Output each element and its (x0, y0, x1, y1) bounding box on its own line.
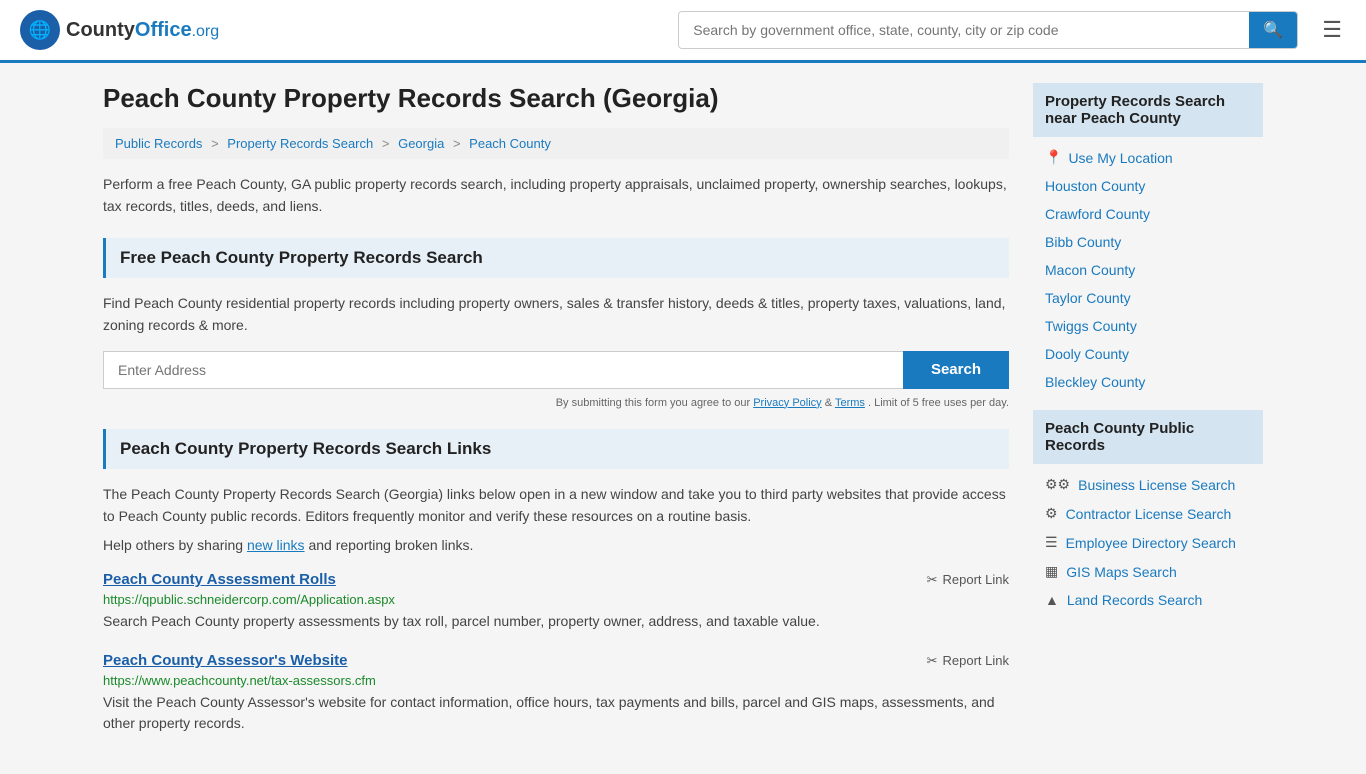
logo-icon: 🌐 (20, 10, 60, 50)
nearby-county-link-4[interactable]: Taylor County (1033, 284, 1263, 312)
record-item-title-1[interactable]: Peach County Assessor's Website (103, 652, 348, 669)
public-records-header: Peach County Public Records (1033, 410, 1263, 464)
breadcrumb-sep-1: > (211, 136, 219, 151)
disclaimer-text: By submitting this form you agree to our (556, 397, 750, 409)
report-link-button-1[interactable]: ✂ Report Link (927, 653, 1009, 669)
public-record-icon-2: ☰ (1045, 534, 1058, 551)
new-links-link[interactable]: new links (247, 537, 305, 553)
public-record-label-3: GIS Maps Search (1066, 564, 1177, 580)
public-record-link-2[interactable]: ☰ Employee Directory Search (1033, 528, 1263, 557)
nearby-county-link-5[interactable]: Twiggs County (1033, 312, 1263, 340)
use-my-location-link[interactable]: 📍 Use My Location (1033, 143, 1263, 172)
report-link-button-0[interactable]: ✂ Report Link (927, 572, 1009, 588)
breadcrumb: Public Records > Property Records Search… (103, 128, 1009, 159)
public-records-links-container: ⚙⚙ Business License Search ⚙ Contractor Lic… (1033, 470, 1263, 614)
public-record-label-1: Contractor License Search (1066, 506, 1232, 522)
sidebar: Property Records Search near Peach Count… (1033, 83, 1263, 754)
nearby-county-link-1[interactable]: Crawford County (1033, 200, 1263, 228)
links-section-header: Peach County Property Records Search Lin… (103, 429, 1009, 469)
public-record-label-0: Business License Search (1078, 477, 1235, 493)
global-search-bar: 🔍 (678, 11, 1298, 49)
location-pin-icon: 📍 (1045, 149, 1062, 166)
free-search-desc: Find Peach County residential property r… (103, 292, 1009, 337)
intro-text: Perform a free Peach County, GA public p… (103, 173, 1009, 218)
breadcrumb-sep-3: > (453, 136, 461, 151)
record-url-0: https://qpublic.schneidercorp.com/Applic… (103, 592, 1009, 607)
record-desc-1: Visit the Peach County Assessor's websit… (103, 692, 1009, 734)
content-area: Peach County Property Records Search (Ge… (103, 83, 1009, 754)
logo-text: CountyOffice.org (66, 19, 219, 42)
nearby-county-link-3[interactable]: Macon County (1033, 256, 1263, 284)
record-url-1: https://www.peachcounty.net/tax-assessor… (103, 673, 1009, 688)
free-search-header: Free Peach County Property Records Searc… (103, 238, 1009, 278)
links-intro-text: The Peach County Property Records Search… (103, 483, 1009, 528)
terms-link[interactable]: Terms (835, 397, 865, 409)
public-record-link-3[interactable]: ▦ GIS Maps Search (1033, 557, 1263, 586)
public-record-label-4: Land Records Search (1067, 592, 1202, 608)
global-search-button[interactable]: 🔍 (1249, 12, 1297, 48)
public-record-link-4[interactable]: ▲ Land Records Search (1033, 586, 1263, 614)
nearby-county-link-6[interactable]: Dooly County (1033, 340, 1263, 368)
report-link-label-1: Report Link (943, 653, 1009, 668)
site-logo[interactable]: 🌐 CountyOffice.org (20, 10, 219, 50)
address-input[interactable] (103, 351, 903, 389)
property-search-button[interactable]: Search (903, 351, 1009, 389)
nearby-counties-container: Houston CountyCrawford CountyBibb County… (1033, 172, 1263, 396)
breadcrumb-sep-2: > (382, 136, 390, 151)
breadcrumb-georgia[interactable]: Georgia (398, 136, 444, 151)
hamburger-menu-button[interactable]: ☰ (1318, 13, 1346, 47)
nearby-county-link-2[interactable]: Bibb County (1033, 228, 1263, 256)
use-location-label: Use My Location (1068, 150, 1172, 166)
new-links-line: Help others by sharing new links and rep… (103, 537, 1009, 553)
public-record-icon-4: ▲ (1045, 592, 1059, 608)
page-title: Peach County Property Records Search (Ge… (103, 83, 1009, 114)
public-record-label-2: Employee Directory Search (1066, 535, 1236, 551)
site-header: 🌐 CountyOffice.org 🔍 ☰ (0, 0, 1366, 63)
property-search-form: Search (103, 351, 1009, 389)
report-link-label-0: Report Link (943, 572, 1009, 587)
global-search-input[interactable] (679, 14, 1249, 46)
privacy-policy-link[interactable]: Privacy Policy (753, 397, 821, 409)
main-container: Peach County Property Records Search (Ge… (83, 63, 1283, 774)
scissors-icon-0: ✂ (927, 572, 938, 588)
scissors-icon-1: ✂ (927, 653, 938, 669)
new-links-prefix: Help others by sharing (103, 537, 243, 553)
new-links-suffix: and reporting broken links. (308, 537, 473, 553)
limit-text: . Limit of 5 free uses per day. (868, 397, 1009, 409)
record-item: Peach County Assessment Rolls ✂ Report L… (103, 571, 1009, 632)
nearby-county-link-7[interactable]: Bleckley County (1033, 368, 1263, 396)
breadcrumb-public-records[interactable]: Public Records (115, 136, 202, 151)
public-record-icon-1: ⚙ (1045, 505, 1058, 522)
breadcrumb-peach-county[interactable]: Peach County (469, 136, 551, 151)
nearby-county-link-0[interactable]: Houston County (1033, 172, 1263, 200)
public-record-icon-0: ⚙⚙ (1045, 476, 1070, 493)
record-items-container: Peach County Assessment Rolls ✂ Report L… (103, 571, 1009, 734)
public-record-link-0[interactable]: ⚙⚙ Business License Search (1033, 470, 1263, 499)
public-record-icon-3: ▦ (1045, 563, 1058, 580)
breadcrumb-property-records-search[interactable]: Property Records Search (227, 136, 373, 151)
record-item-title-0[interactable]: Peach County Assessment Rolls (103, 571, 336, 588)
record-item: Peach County Assessor's Website ✂ Report… (103, 652, 1009, 734)
record-item-header: Peach County Assessment Rolls ✂ Report L… (103, 571, 1009, 588)
form-disclaimer: By submitting this form you agree to our… (103, 397, 1009, 409)
public-record-link-1[interactable]: ⚙ Contractor License Search (1033, 499, 1263, 528)
record-desc-0: Search Peach County property assessments… (103, 611, 1009, 632)
record-item-header: Peach County Assessor's Website ✂ Report… (103, 652, 1009, 669)
nearby-header: Property Records Search near Peach Count… (1033, 83, 1263, 137)
